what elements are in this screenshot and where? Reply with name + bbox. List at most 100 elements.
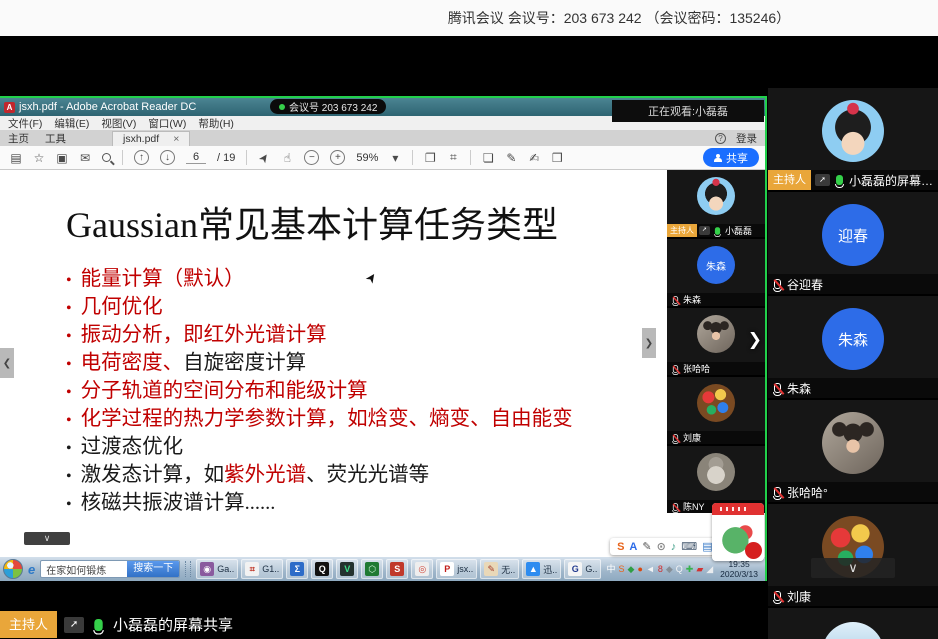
bullet-marker: • — [66, 468, 72, 485]
host-badge: 主持人 — [0, 611, 57, 638]
participant-tile[interactable]: 刘康 — [768, 504, 938, 606]
pdf-document-area[interactable]: Gaussian常见基本计算任务类型 •能量计算（默认）•几何优化•振动分析，即… — [0, 170, 765, 557]
screen-share-status-bar: 主持人 ➚ 小磊磊的屏幕共享 — [0, 610, 768, 639]
taskbar-search[interactable]: 在家如何锻炼 搜索一下 — [40, 560, 180, 578]
input-bar-icon[interactable]: ♪ — [671, 541, 677, 553]
taskbar-app-button[interactable]: Σ — [286, 559, 308, 579]
ad-popup[interactable] — [712, 503, 764, 561]
mic-muted-icon — [673, 503, 678, 511]
taskbar-app-button[interactable]: Q — [311, 559, 333, 579]
taskbar-app-button[interactable]: ✎无.. — [480, 559, 519, 579]
page-number-input[interactable]: 6 — [186, 151, 206, 164]
search-button[interactable]: 搜索一下 — [127, 560, 179, 578]
save-icon[interactable]: ▤ — [10, 151, 22, 165]
zoom-caret-icon[interactable]: ▾ — [389, 151, 401, 165]
start-button[interactable] — [3, 559, 23, 579]
input-bar-icon[interactable]: ✎ — [642, 540, 651, 553]
taskbar-app-button[interactable]: GG.. — [564, 559, 601, 579]
sidebar-collapse-icon[interactable]: ∨ — [811, 558, 895, 578]
avatar — [822, 412, 884, 474]
app-icon: P — [440, 562, 454, 576]
taskbar-clock[interactable]: 19:35 2020/3/13 — [716, 559, 762, 579]
tray-icon[interactable]: S — [619, 559, 625, 579]
tab-home[interactable]: 主页 — [8, 131, 29, 146]
input-bar-icon[interactable]: ⊙ — [657, 540, 666, 553]
star-icon[interactable]: ☆ — [33, 151, 45, 165]
taskbar-app-button[interactable]: V — [336, 559, 358, 579]
hand-tool-icon[interactable]: ☝ — [281, 151, 293, 165]
taskbar-app-button[interactable]: ▲迅.. — [522, 559, 561, 579]
tray-icon[interactable]: 8 — [658, 559, 663, 579]
menu-item[interactable]: 帮助(H) — [198, 116, 234, 131]
host-badge: 主持人 — [667, 224, 697, 237]
mic-muted-icon — [774, 591, 781, 601]
tray-icon[interactable]: ◆ — [628, 559, 635, 579]
participant-tile[interactable]: 朱森朱森 — [667, 239, 765, 306]
participant-tile[interactable]: 朱森朱森 — [768, 296, 938, 398]
email-icon[interactable]: ✉ — [79, 151, 91, 165]
menu-item[interactable]: 视图(V) — [101, 116, 136, 131]
participant-tile[interactable]: 主持人➚小磊磊的屏幕共享 — [768, 88, 938, 190]
sign-icon[interactable]: ✍ — [528, 151, 540, 165]
menu-item[interactable]: 窗口(W) — [148, 116, 186, 131]
tray-icon[interactable]: ◆ — [666, 559, 673, 579]
prev-page-arrow[interactable]: ❮ — [0, 348, 14, 378]
mic-icon — [715, 227, 720, 235]
menu-item[interactable]: 文件(F) — [8, 116, 42, 131]
tray-icon[interactable]: ◢ — [706, 559, 713, 579]
participant-tile[interactable]: 张哈哈° — [768, 400, 938, 502]
tray-icon[interactable]: Q — [676, 559, 683, 579]
ie-icon[interactable]: e — [26, 562, 37, 577]
tray-icon[interactable]: ● — [637, 559, 642, 579]
search-icon[interactable] — [102, 153, 111, 162]
select-tool-icon[interactable]: ➤ — [255, 149, 273, 167]
input-bar-icon[interactable]: S — [617, 541, 624, 553]
tray-icon[interactable]: 中 — [607, 559, 616, 579]
zoom-out-icon[interactable]: − — [304, 150, 319, 165]
zoom-level[interactable]: 59% — [356, 152, 378, 164]
tab-tools[interactable]: 工具 — [45, 131, 66, 146]
input-bar-icon[interactable]: A — [629, 541, 637, 553]
page-up-icon[interactable]: ↑ — [134, 150, 149, 165]
taskbar-app-button[interactable]: S — [386, 559, 408, 579]
input-bar-icon[interactable]: ⌨ — [681, 540, 697, 553]
tray-icon[interactable]: ◄ — [646, 559, 655, 579]
strip-expand-icon[interactable]: ❯ — [748, 330, 762, 350]
highlight-icon[interactable]: ✎ — [505, 151, 517, 165]
screen-share-icon: ➚ — [699, 226, 710, 235]
page-down-icon[interactable]: ↓ — [160, 150, 175, 165]
taskbar-app-button[interactable]: ⬡ — [361, 559, 383, 579]
tab-document[interactable]: jsxh.pdf × — [112, 131, 190, 146]
participant-tile[interactable]: 迎春谷迎春 — [768, 192, 938, 294]
tray-icon[interactable]: ✚ — [686, 559, 694, 579]
participant-tile[interactable]: 主持人➚小磊磊 — [667, 170, 765, 237]
participant-name: 张哈哈° — [787, 484, 828, 501]
comment-icon[interactable]: ❏ — [482, 151, 494, 165]
meeting-id-pill[interactable]: 会议号 203 673 242 — [270, 99, 386, 114]
menu-item[interactable]: 编辑(E) — [54, 116, 89, 131]
print-icon[interactable]: ▣ — [56, 151, 68, 165]
close-icon[interactable]: × — [173, 133, 179, 145]
app-label: G.. — [585, 564, 597, 574]
search-input[interactable]: 在家如何锻炼 — [41, 562, 127, 577]
taskbar-app-button[interactable]: ◎ — [411, 559, 433, 579]
ad-popup-badge[interactable] — [745, 542, 762, 559]
help-icon[interactable]: ? — [715, 133, 726, 144]
measure-icon[interactable]: ⌗ — [447, 150, 459, 165]
app-label: Ga.. — [217, 564, 234, 574]
adobe-share-button[interactable]: 共享 — [703, 148, 759, 167]
taskbar-app-button[interactable]: ⌗G1.. — [241, 559, 283, 579]
tray-icon[interactable]: ▰ — [696, 559, 703, 579]
taskbar-app-button[interactable]: ◉Ga.. — [196, 559, 238, 579]
page-view-icon[interactable]: ❐ — [424, 151, 436, 165]
signin-link[interactable]: 登录 — [736, 131, 757, 146]
stamp-icon[interactable]: ❒ — [551, 151, 563, 165]
zoom-in-icon[interactable]: + — [330, 150, 345, 165]
taskbar-app-button[interactable]: Pjsx.. — [436, 559, 477, 579]
bullet-text: 紫外光谱 — [224, 464, 306, 486]
participant-tile[interactable]: 刘康 — [667, 377, 765, 444]
participant-tile-partial[interactable] — [768, 608, 938, 639]
strip-collapse-icon[interactable]: ∨ — [24, 532, 70, 545]
participant-name: 谷迎春 — [787, 276, 823, 293]
next-page-arrow[interactable]: ❯ — [642, 328, 656, 358]
